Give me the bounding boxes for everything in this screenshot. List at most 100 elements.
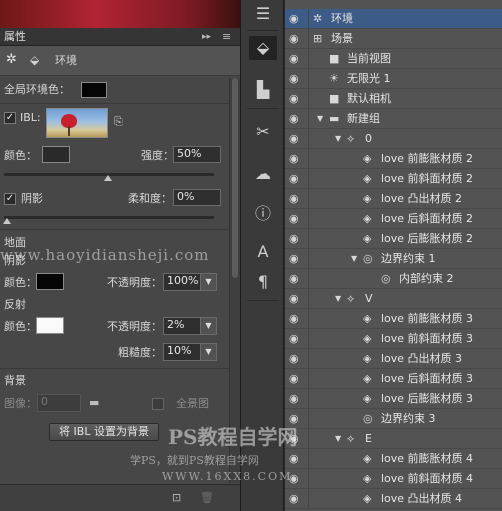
tree-row[interactable]: ◉ ◈ love 后斜面材质 2 xyxy=(285,209,502,229)
collapse-icon[interactable]: ▸▸ xyxy=(202,30,211,44)
eye-icon[interactable]: ◉ xyxy=(289,213,299,225)
chevron-down-icon[interactable]: ▼ xyxy=(200,318,216,334)
info-icon[interactable]: ⓘ xyxy=(249,202,277,226)
tree-row-label: E xyxy=(365,432,372,445)
character-icon[interactable]: A xyxy=(249,240,277,264)
ibl-texture-thumbnail[interactable] xyxy=(46,108,108,138)
ground-opacity-value: 100% xyxy=(167,274,199,287)
light-icon: ☀ xyxy=(329,72,339,85)
tree-row[interactable]: ◉ ◎ 内部约束 2 xyxy=(285,269,502,289)
tree-row[interactable]: ◉ ▼ ⟡ E xyxy=(285,429,502,449)
image-input[interactable]: 0 xyxy=(37,394,81,412)
eye-icon[interactable]: ◉ xyxy=(289,353,299,365)
tools-icon[interactable]: ✂ xyxy=(249,120,277,144)
tree-row[interactable]: ◉ ▼ ◎ 边界约束 1 xyxy=(285,249,502,269)
eye-icon[interactable]: ◉ xyxy=(289,33,299,45)
tree-row[interactable]: ◉ ◈ love 前斜面材质 3 xyxy=(285,329,502,349)
eye-icon[interactable]: ◉ xyxy=(289,73,299,85)
eye-icon[interactable]: ◉ xyxy=(289,393,299,405)
expand-triangle-icon[interactable]: ▼ xyxy=(335,432,341,446)
tree-row[interactable]: ◉ ◈ love 前膨胀材质 3 xyxy=(285,309,502,329)
render-icon[interactable]: ⊡ xyxy=(172,491,181,505)
panel-title[interactable]: 属性 xyxy=(4,30,26,44)
tree-row[interactable]: ◉ ◈ love 凸出材质 3 xyxy=(285,349,502,369)
3d-panel-icon[interactable]: ⬙ xyxy=(249,36,277,60)
eye-icon[interactable]: ◉ xyxy=(289,13,299,25)
eye-icon[interactable]: ◉ xyxy=(289,453,299,465)
eye-icon[interactable]: ◉ xyxy=(289,233,299,245)
tree-row[interactable]: ◉ ☀ 无限光 1 xyxy=(285,69,502,89)
eye-icon[interactable]: ◉ xyxy=(289,193,299,205)
eye-icon[interactable]: ◉ xyxy=(289,113,299,125)
eye-icon[interactable]: ◉ xyxy=(289,173,299,185)
properties-scrollbar[interactable] xyxy=(229,78,240,483)
chevron-down-icon[interactable]: ▼ xyxy=(200,344,216,360)
tree-row-label: 环境 xyxy=(331,12,353,25)
ground-opacity-input[interactable]: 100% ▼ xyxy=(163,273,217,291)
reflection-section-label: 反射 xyxy=(4,298,26,311)
scrollbar-thumb[interactable] xyxy=(232,78,238,278)
folder-icon[interactable]: ▬ xyxy=(89,396,99,410)
eye-icon[interactable]: ◉ xyxy=(289,333,299,345)
global-ambient-swatch[interactable] xyxy=(81,82,107,98)
reflection-opacity-input[interactable]: 2% ▼ xyxy=(163,317,217,335)
eye-icon[interactable]: ◉ xyxy=(289,93,299,105)
expand-triangle-icon[interactable]: ▼ xyxy=(351,252,357,266)
softness-slider[interactable] xyxy=(4,216,214,219)
panorama-checkbox[interactable] xyxy=(152,398,164,410)
eye-icon[interactable]: ◉ xyxy=(289,373,299,385)
creative-cloud-icon[interactable]: ☁ xyxy=(249,162,277,186)
tree-row[interactable]: ◉ ◈ love 后膨胀材质 3 xyxy=(285,389,502,409)
expand-triangle-icon[interactable]: ▼ xyxy=(317,112,323,126)
set-ibl-background-button[interactable]: 将 IBL 设置为背景 xyxy=(49,423,159,441)
roughness-input[interactable]: 10% ▼ xyxy=(163,343,217,361)
expand-triangle-icon[interactable]: ▼ xyxy=(335,132,341,146)
layers-icon[interactable]: ▙ xyxy=(249,78,277,102)
panel-menu-icon[interactable]: ≡ xyxy=(222,30,231,44)
tree-row[interactable]: ◉ ◈ love 后斜面材质 3 xyxy=(285,369,502,389)
eye-icon[interactable]: ◉ xyxy=(289,133,299,145)
ibl-color-swatch[interactable] xyxy=(42,146,70,163)
tree-row[interactable]: ◉ ▼ ⟡ V xyxy=(285,289,502,309)
tree-row[interactable]: ◉ ✲ 环境 xyxy=(285,9,502,29)
paragraph-icon[interactable]: ¶ xyxy=(249,270,277,294)
shadow-checkbox[interactable]: ✓ xyxy=(4,193,16,205)
intensity-input[interactable]: 50% xyxy=(173,146,221,163)
sliders-icon[interactable]: ☰ xyxy=(249,2,277,26)
tree-row[interactable]: ◉ ■ 当前视图 xyxy=(285,49,502,69)
tree-row[interactable]: ◉ ◈ love 后膨胀材质 2 xyxy=(285,229,502,249)
reflection-color-swatch[interactable] xyxy=(36,317,64,334)
ibl-checkbox[interactable]: ✓ xyxy=(4,112,16,124)
tree-row[interactable]: ◉ ◎ 边界约束 3 xyxy=(285,409,502,429)
edit-texture-icon[interactable]: ⎘ xyxy=(114,115,123,129)
tree-row[interactable]: ◉ ⊞ 场景 xyxy=(285,29,502,49)
eye-icon[interactable]: ◉ xyxy=(289,253,299,265)
softness-slider-thumb[interactable] xyxy=(3,218,11,224)
tree-row[interactable]: ◉ ◈ love 凸出材质 4 xyxy=(285,489,502,509)
eye-icon[interactable]: ◉ xyxy=(289,53,299,65)
expand-triangle-icon[interactable]: ▼ xyxy=(335,292,341,306)
eye-icon[interactable]: ◉ xyxy=(289,493,299,505)
eye-icon[interactable]: ◉ xyxy=(289,273,299,285)
tree-row[interactable]: ◉ ■ 默认相机 xyxy=(285,89,502,109)
cube-icon[interactable]: ⬙ xyxy=(30,53,39,67)
eye-icon[interactable]: ◉ xyxy=(289,313,299,325)
properties-title-bar: 属性 ▸▸ ≡ xyxy=(0,28,240,46)
ground-shadow-color-swatch[interactable] xyxy=(36,273,64,290)
eye-icon[interactable]: ◉ xyxy=(289,293,299,305)
eye-icon[interactable]: ◉ xyxy=(289,413,299,425)
scene-icon: ⊞ xyxy=(313,32,323,45)
chevron-down-icon[interactable]: ▼ xyxy=(200,274,216,290)
intensity-slider-thumb[interactable] xyxy=(104,175,112,181)
tree-row[interactable]: ◉ ▼ ⟡ 0 xyxy=(285,129,502,149)
tree-row[interactable]: ◉ ▼ ▬ 新建组 xyxy=(285,109,502,129)
tree-row[interactable]: ◉ ◈ love 凸出材质 2 xyxy=(285,189,502,209)
eye-icon[interactable]: ◉ xyxy=(289,153,299,165)
tree-row[interactable]: ◉ ◈ love 前膨胀材质 4 xyxy=(285,449,502,469)
tree-row[interactable]: ◉ ◈ love 前斜面材质 2 xyxy=(285,169,502,189)
softness-input[interactable]: 0% xyxy=(173,189,221,206)
tree-row[interactable]: ◉ ◈ love 前膨胀材质 2 xyxy=(285,149,502,169)
delete-icon[interactable]: 🗑 xyxy=(200,491,214,505)
tree-row[interactable]: ◉ ◈ love 前斜面材质 4 xyxy=(285,469,502,489)
tree-row-label: 0 xyxy=(365,132,372,145)
